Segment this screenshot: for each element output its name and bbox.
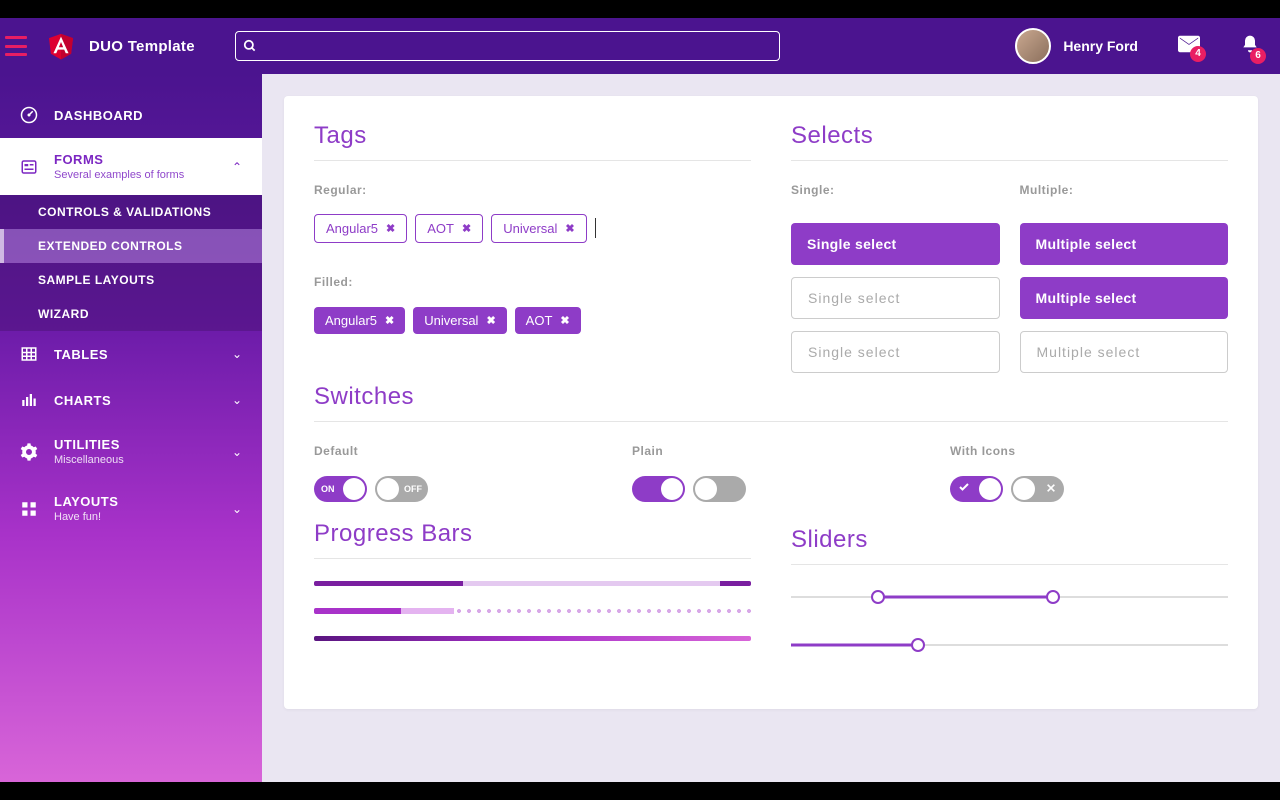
switch-on[interactable]: ON (314, 476, 367, 502)
sidebar-item-dashboard[interactable]: DASHBOARD (0, 92, 262, 138)
gear-icon (20, 443, 40, 461)
multiple-label: Multiple: (1020, 183, 1229, 197)
progress-bar-2 (314, 608, 751, 614)
sidebar: DASHBOARD FORMS Several examples of forms… (0, 74, 262, 782)
single-select[interactable]: Single select (791, 223, 1000, 265)
search-icon (243, 39, 257, 53)
sidebar-item-label: CHARTS (54, 393, 232, 408)
sidebar-item-sublabel: Have fun! (54, 511, 232, 523)
slider-thumb-low[interactable] (871, 590, 885, 604)
tables-icon (20, 345, 40, 363)
charts-icon (20, 391, 40, 409)
angular-logo-icon (45, 29, 77, 63)
tag-item[interactable]: Universal✖ (413, 307, 506, 334)
slider-thumb[interactable] (911, 638, 925, 652)
check-icon (958, 480, 970, 498)
chevron-down-icon: ⌄ (232, 502, 242, 516)
close-icon[interactable]: ✖ (486, 314, 495, 327)
sidebar-item-tables[interactable]: TABLES ⌄ (0, 331, 262, 377)
search-input[interactable] (235, 31, 780, 61)
slider-thumb-high[interactable] (1046, 590, 1060, 604)
switches-title: Switches (314, 383, 1228, 411)
sidebar-item-label: LAYOUTS (54, 494, 232, 509)
chevron-up-icon: ⌃ (232, 160, 242, 174)
close-icon[interactable]: ✖ (386, 222, 395, 235)
bell-icon[interactable]: 6 (1240, 33, 1260, 60)
mail-badge: 4 (1190, 46, 1206, 62)
sidebar-item-label: TABLES (54, 347, 232, 362)
sliders-title: Sliders (791, 526, 1228, 554)
sidebar-item-utilities[interactable]: UTILITIES Miscellaneous ⌄ (0, 423, 262, 480)
close-icon[interactable]: ✖ (385, 314, 394, 327)
sidebar-item-label: UTILITIES (54, 437, 232, 452)
close-icon[interactable]: ✖ (565, 222, 574, 235)
single-select[interactable]: Single select (791, 277, 1000, 319)
icons-label: With Icons (950, 444, 1228, 458)
sidebar-item-layouts[interactable]: LAYOUTS Have fun! ⌄ (0, 480, 262, 537)
sidebar-sub-wizard[interactable]: WIZARD (0, 297, 262, 331)
sidebar-sub-controls[interactable]: CONTROLS & VALIDATIONS (0, 195, 262, 229)
brand-title: DUO Template (89, 38, 195, 55)
progress-title: Progress Bars (314, 520, 751, 548)
progress-bar-1 (314, 581, 751, 586)
forms-icon (20, 158, 40, 176)
close-icon[interactable]: ✖ (560, 314, 569, 327)
sidebar-item-sublabel: Several examples of forms (54, 169, 232, 181)
single-label: Single: (791, 183, 1000, 197)
tags-title: Tags (314, 122, 751, 150)
range-slider[interactable] (791, 587, 1228, 607)
tag-item[interactable]: AOT✖ (515, 307, 581, 334)
multiple-select[interactable]: Multiple select (1020, 223, 1229, 265)
chevron-down-icon: ⌄ (232, 347, 242, 361)
tag-item[interactable]: Angular5✖ (314, 214, 407, 243)
default-label: Default (314, 444, 592, 458)
avatar[interactable] (1015, 28, 1051, 64)
tag-input-cursor[interactable] (595, 218, 596, 238)
chevron-down-icon: ⌄ (232, 393, 242, 407)
sidebar-item-label: FORMS (54, 152, 232, 167)
sidebar-sub-layouts[interactable]: SAMPLE LAYOUTS (0, 263, 262, 297)
sidebar-item-sublabel: Miscellaneous (54, 454, 232, 466)
content-area: Tags Regular: Angular5✖ AOT✖ Universal✖ … (262, 74, 1280, 782)
tag-item[interactable]: Universal✖ (491, 214, 586, 243)
single-slider[interactable] (791, 635, 1228, 655)
sidebar-item-charts[interactable]: CHARTS ⌄ (0, 377, 262, 423)
tag-item[interactable]: Angular5✖ (314, 307, 405, 334)
filled-label: Filled: (314, 275, 751, 289)
sidebar-sub-extended[interactable]: EXTENDED CONTROLS (0, 229, 262, 263)
username[interactable]: Henry Ford (1063, 38, 1138, 54)
sidebar-item-label: DASHBOARD (54, 108, 242, 123)
multiple-select[interactable]: Multiple select (1020, 331, 1229, 373)
grid-icon (20, 500, 40, 518)
progress-bar-3 (314, 636, 751, 641)
dashboard-icon (20, 106, 40, 124)
switch-plain-on[interactable] (632, 476, 685, 502)
switch-icon-on[interactable] (950, 476, 1003, 502)
hamburger-icon[interactable] (5, 36, 27, 56)
mail-icon[interactable]: 4 (1178, 35, 1200, 58)
close-icon (1046, 480, 1056, 498)
single-select[interactable]: Single select (791, 331, 1000, 373)
sidebar-item-forms[interactable]: FORMS Several examples of forms ⌃ (0, 138, 262, 195)
multiple-select[interactable]: Multiple select (1020, 277, 1229, 319)
close-icon[interactable]: ✖ (462, 222, 471, 235)
selects-title: Selects (791, 122, 1228, 150)
tag-item[interactable]: AOT✖ (415, 214, 483, 243)
switch-off[interactable]: OFF (375, 476, 428, 502)
search-container (235, 31, 780, 61)
switch-icon-off[interactable] (1011, 476, 1064, 502)
chevron-down-icon: ⌄ (232, 445, 242, 459)
bell-badge: 6 (1250, 48, 1266, 64)
regular-label: Regular: (314, 183, 751, 197)
top-bar: DUO Template Henry Ford 4 6 (0, 18, 1280, 74)
switch-plain-off[interactable] (693, 476, 746, 502)
plain-label: Plain (632, 444, 910, 458)
